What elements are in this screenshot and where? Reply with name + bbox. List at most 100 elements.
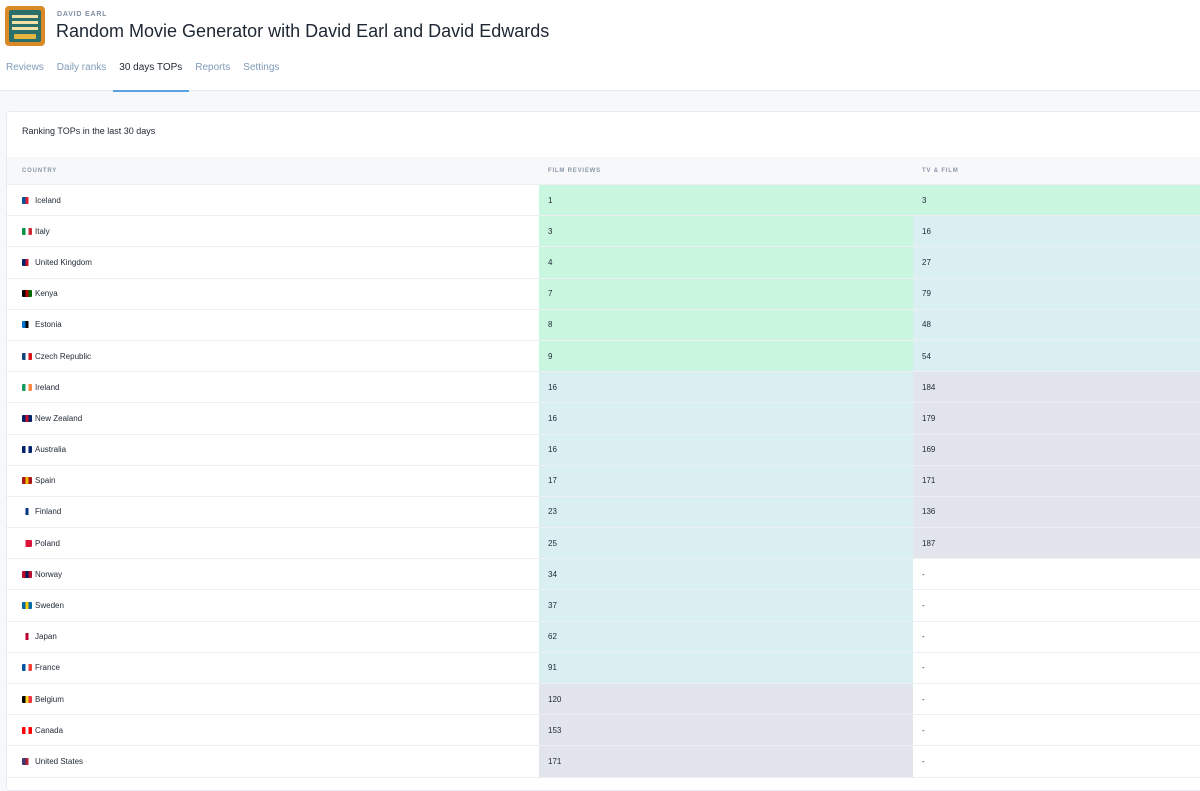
country-name: United Kingdom bbox=[35, 257, 92, 267]
film-reviews-rank: 7 bbox=[539, 278, 913, 309]
country-name: United States bbox=[35, 756, 84, 766]
tv-film-rank: - bbox=[922, 725, 925, 735]
film-reviews-rank: 37 bbox=[539, 590, 913, 621]
table-row[interactable]: Estonia 8 48 bbox=[7, 309, 1200, 341]
column-header-tv-film[interactable]: TV & FILM bbox=[922, 168, 959, 174]
country-name: Sweden bbox=[35, 601, 64, 611]
ranking-table-body: Iceland 1 3 Italy 3 16 United Kingdom 4 27 Kenya 7… bbox=[7, 185, 1200, 778]
flag-icon bbox=[22, 539, 32, 547]
tv-film-rank: 3 bbox=[913, 185, 1200, 216]
country-cell: Italy bbox=[22, 216, 50, 246]
card-title: Ranking TOPs in the last 30 days bbox=[22, 126, 156, 136]
tv-film-rank: 27 bbox=[913, 247, 1200, 278]
page-title: Random Movie Generator with David Earl a… bbox=[56, 21, 550, 41]
film-reviews-rank: 17 bbox=[539, 465, 913, 496]
table-row[interactable]: New Zealand 16 179 bbox=[7, 403, 1200, 435]
tv-film-rank: 136 bbox=[913, 496, 1200, 528]
table-row[interactable]: Czech Republic 9 54 bbox=[7, 340, 1200, 373]
country-cell: Iceland bbox=[22, 185, 61, 215]
film-reviews-rank: 4 bbox=[539, 247, 913, 278]
table-row[interactable]: Ireland 16 184 bbox=[7, 372, 1200, 404]
country-name: Estonia bbox=[35, 320, 62, 330]
flag-icon bbox=[22, 664, 32, 672]
table-row[interactable]: Australia 16 169 bbox=[7, 434, 1200, 466]
film-reviews-rank: 1 bbox=[539, 185, 913, 216]
country-name: Belgium bbox=[35, 694, 64, 704]
table-row[interactable]: Spain 17 171 bbox=[7, 465, 1200, 497]
flag-icon bbox=[22, 321, 32, 329]
country-cell: Japan bbox=[22, 622, 57, 652]
tab-reports[interactable]: Reports bbox=[189, 56, 237, 91]
film-reviews-rank: 8 bbox=[539, 309, 913, 340]
table-row[interactable]: France 91- bbox=[7, 652, 1200, 684]
film-reviews-rank: 16 bbox=[539, 372, 913, 403]
country-cell: United Kingdom bbox=[22, 247, 92, 277]
country-cell: Canada bbox=[22, 715, 63, 745]
table-row[interactable]: Italy 3 16 bbox=[7, 216, 1200, 248]
table-row[interactable]: Canada 153- bbox=[7, 715, 1200, 747]
film-reviews-rank: 91 bbox=[539, 652, 913, 683]
tab-daily-ranks[interactable]: Daily ranks bbox=[51, 56, 113, 91]
country-name: Kenya bbox=[35, 289, 58, 299]
country-name: Canada bbox=[35, 725, 64, 735]
country-name: Italy bbox=[35, 226, 50, 236]
tv-film-rank: 187 bbox=[913, 528, 1200, 559]
tv-film-rank: - bbox=[922, 756, 925, 766]
table-row[interactable]: Poland 25 187 bbox=[7, 528, 1200, 560]
flag-icon bbox=[22, 196, 32, 204]
tv-film-rank: 179 bbox=[913, 403, 1200, 434]
tv-film-rank: 171 bbox=[913, 465, 1200, 496]
podcast-cover-image[interactable] bbox=[5, 6, 45, 46]
film-reviews-rank: 171 bbox=[539, 746, 913, 777]
tab-settings[interactable]: Settings bbox=[237, 56, 286, 91]
table-header: COUNTRY FILM REVIEWS TV & FILM bbox=[7, 157, 1200, 185]
country-name: Spain bbox=[35, 476, 56, 486]
table-row[interactable]: Sweden 37- bbox=[7, 590, 1200, 622]
table-row[interactable]: Iceland 1 3 bbox=[7, 185, 1200, 217]
flag-icon bbox=[22, 290, 32, 298]
country-name: Czech Republic bbox=[35, 351, 92, 361]
country-cell: France bbox=[22, 653, 60, 683]
country-cell: Spain bbox=[22, 466, 55, 496]
table-row[interactable]: United Kingdom 4 27 bbox=[7, 247, 1200, 279]
table-row[interactable]: United States 171- bbox=[7, 746, 1200, 778]
tab-30-days-tops[interactable]: 30 days TOPs bbox=[113, 56, 190, 92]
film-reviews-rank: 34 bbox=[539, 559, 913, 590]
country-name: Poland bbox=[35, 538, 60, 548]
flag-icon bbox=[22, 633, 32, 641]
country-cell: Belgium bbox=[22, 684, 64, 714]
flag-icon bbox=[22, 508, 32, 516]
tv-film-rank: - bbox=[922, 694, 925, 704]
film-reviews-rank: 3 bbox=[539, 216, 913, 247]
table-row[interactable]: Kenya 7 79 bbox=[7, 278, 1200, 310]
table-row[interactable]: Belgium 120- bbox=[7, 684, 1200, 716]
flag-icon bbox=[22, 258, 32, 266]
country-name: Japan bbox=[35, 632, 57, 642]
film-reviews-rank: 120 bbox=[539, 684, 913, 715]
flag-icon bbox=[22, 352, 32, 360]
flag-icon bbox=[22, 602, 32, 610]
country-name: France bbox=[35, 663, 60, 673]
tv-film-rank: 48 bbox=[913, 309, 1200, 340]
film-reviews-rank: 62 bbox=[539, 621, 913, 652]
table-row[interactable]: Japan 62- bbox=[7, 621, 1200, 653]
tv-film-rank: - bbox=[922, 601, 925, 611]
flag-icon bbox=[22, 414, 32, 422]
podcast-author: DAVID EARL bbox=[57, 11, 108, 18]
film-reviews-rank: 23 bbox=[539, 496, 913, 528]
tab-bar: Reviews Daily ranks 30 days TOPs Reports… bbox=[0, 56, 286, 92]
table-row[interactable]: Norway 34- bbox=[7, 559, 1200, 591]
film-reviews-rank: 16 bbox=[539, 434, 913, 465]
tv-film-rank: - bbox=[922, 632, 925, 642]
table-row[interactable]: Finland 23 136 bbox=[7, 496, 1200, 529]
film-reviews-rank: 153 bbox=[539, 715, 913, 746]
column-header-country[interactable]: COUNTRY bbox=[22, 168, 57, 174]
country-name: Iceland bbox=[35, 195, 61, 205]
column-header-film-reviews[interactable]: FILM REVIEWS bbox=[548, 168, 601, 174]
film-reviews-rank: 9 bbox=[539, 340, 913, 372]
tab-reviews[interactable]: Reviews bbox=[0, 56, 51, 91]
country-name: New Zealand bbox=[35, 413, 83, 423]
country-name: Finland bbox=[35, 507, 62, 517]
country-name: Ireland bbox=[35, 382, 60, 392]
tv-film-rank: - bbox=[922, 663, 925, 673]
